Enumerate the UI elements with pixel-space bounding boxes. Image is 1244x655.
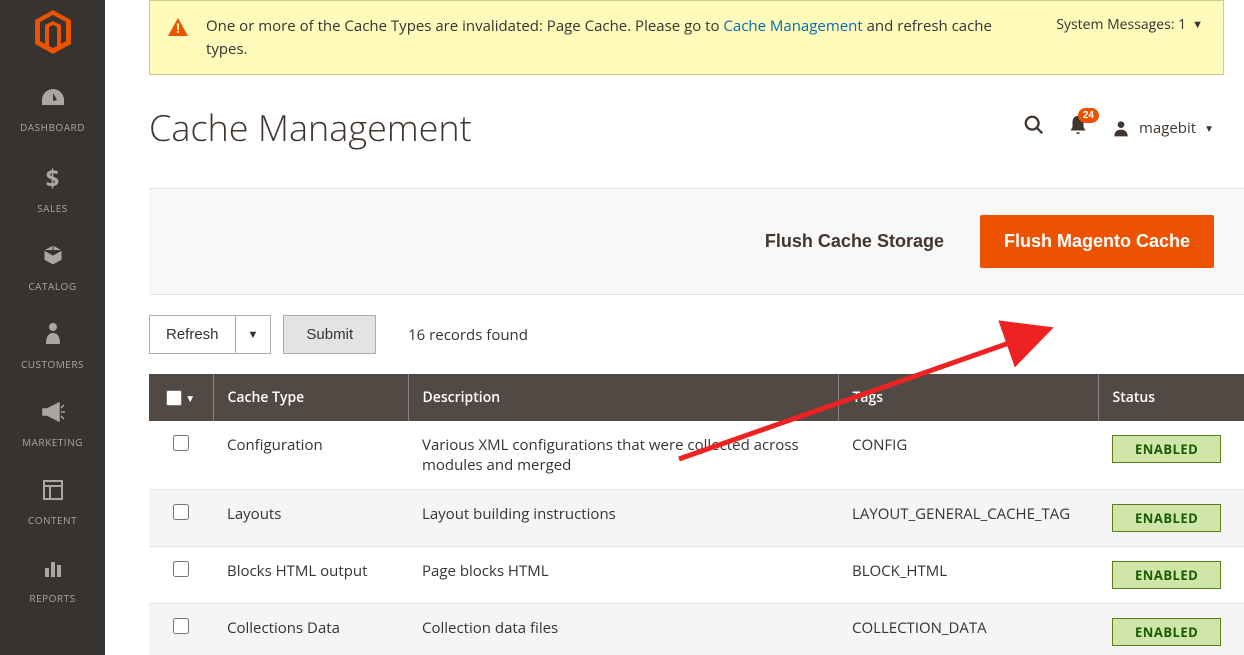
nav-label: CONTENT: [28, 513, 77, 527]
nav-label: CUSTOMERS: [21, 357, 84, 371]
row-checkbox[interactable]: [173, 435, 189, 451]
refresh-action[interactable]: Refresh: [150, 316, 235, 353]
search-button[interactable]: [1023, 114, 1045, 142]
column-status[interactable]: Status: [1098, 374, 1244, 421]
cell-status: ENABLED: [1098, 421, 1244, 490]
column-description[interactable]: Description: [408, 374, 838, 421]
cell-status: ENABLED: [1098, 490, 1244, 547]
table-row: Blocks HTML outputPage blocks HTMLBLOCK_…: [149, 547, 1244, 604]
cell-description: Layout building instructions: [408, 490, 838, 547]
column-checkbox: ▼: [149, 374, 213, 421]
system-messages-toggle[interactable]: System Messages: 1 ▼: [1036, 15, 1203, 34]
search-icon: [1023, 114, 1045, 136]
warning-icon: !: [166, 15, 190, 48]
header-actions: 24 magebit ▼: [1023, 114, 1214, 142]
status-badge: ENABLED: [1112, 435, 1221, 463]
page-header: Cache Management 24 magebit ▼: [105, 75, 1244, 164]
column-cache-type[interactable]: Cache Type: [213, 374, 408, 421]
bars-icon: [43, 555, 63, 585]
nav-reports[interactable]: REPORTS: [20, 541, 85, 619]
user-menu[interactable]: magebit ▼: [1111, 118, 1214, 138]
row-checkbox[interactable]: [173, 618, 189, 634]
cache-management-link[interactable]: Cache Management: [723, 16, 862, 36]
cell-cache-type: Blocks HTML output: [213, 547, 408, 604]
cell-status: ENABLED: [1098, 547, 1244, 604]
dollar-icon: $: [46, 162, 60, 195]
chevron-down-icon[interactable]: ▼: [235, 316, 271, 353]
person-icon: [44, 321, 62, 351]
cell-tags: LAYOUT_GENERAL_CACHE_TAG: [838, 490, 1098, 547]
cell-description: Various XML configurations that were col…: [408, 421, 838, 490]
flush-magento-cache-button[interactable]: Flush Magento Cache: [980, 215, 1214, 268]
cell-cache-type: Layouts: [213, 490, 408, 547]
cell-status: ENABLED: [1098, 604, 1244, 655]
magento-logo[interactable]: [33, 12, 73, 52]
system-message-text: One or more of the Cache Types are inval…: [206, 15, 1006, 60]
nav-label: DASHBOARD: [20, 120, 85, 134]
user-icon: [1111, 118, 1131, 138]
page-title: Cache Management: [149, 103, 472, 152]
nav-catalog[interactable]: CATALOG: [20, 229, 85, 307]
nav-customers[interactable]: CUSTOMERS: [20, 307, 85, 385]
cell-tags: COLLECTION_DATA: [838, 604, 1098, 655]
cell-tags: BLOCK_HTML: [838, 547, 1098, 604]
dashboard-icon: [40, 84, 66, 114]
nav-content[interactable]: CONTENT: [20, 463, 85, 541]
table-row: ConfigurationVarious XML configurations …: [149, 421, 1244, 490]
flush-cache-storage-button[interactable]: Flush Cache Storage: [745, 221, 964, 262]
table-row: Collections DataCollection data filesCOL…: [149, 604, 1244, 655]
megaphone-icon: [41, 399, 65, 429]
notifications-button[interactable]: 24: [1067, 114, 1089, 142]
status-badge: ENABLED: [1112, 504, 1221, 532]
system-message-bar: ! One or more of the Cache Types are inv…: [149, 0, 1224, 75]
status-badge: ENABLED: [1112, 618, 1221, 646]
svg-text:!: !: [176, 19, 180, 37]
cache-grid: ▼ Cache Type Description Tags Status Con…: [149, 374, 1244, 655]
records-count: 16 records found: [408, 325, 528, 345]
nav-marketing[interactable]: MARKETING: [20, 385, 85, 463]
nav-label: MARKETING: [22, 435, 83, 449]
grid-toolbar: Refresh ▼ Submit 16 records found: [105, 295, 1244, 374]
cell-tags: CONFIG: [838, 421, 1098, 490]
column-tags[interactable]: Tags: [838, 374, 1098, 421]
nav-label: CATALOG: [28, 279, 76, 293]
submit-button[interactable]: Submit: [283, 315, 376, 354]
row-checkbox[interactable]: [173, 504, 189, 520]
layout-icon: [43, 477, 63, 507]
notification-badge: 24: [1078, 108, 1099, 123]
nav-sales[interactable]: $ SALES: [20, 148, 85, 229]
mass-action-select[interactable]: Refresh ▼: [149, 315, 271, 354]
status-badge: ENABLED: [1112, 561, 1221, 589]
cell-cache-type: Configuration: [213, 421, 408, 490]
select-all-checkbox[interactable]: [166, 390, 182, 406]
chevron-down-icon: ▼: [1192, 17, 1203, 32]
chevron-down-icon[interactable]: ▼: [185, 391, 195, 405]
nav-label: REPORTS: [29, 591, 75, 605]
cell-description: Page blocks HTML: [408, 547, 838, 604]
main-content: ! One or more of the Cache Types are inv…: [105, 0, 1244, 655]
page-actions: Flush Cache Storage Flush Magento Cache: [149, 188, 1244, 295]
username: magebit: [1139, 118, 1196, 138]
nav-label: SALES: [37, 201, 68, 215]
nav-dashboard[interactable]: DASHBOARD: [20, 70, 85, 148]
table-row: LayoutsLayout building instructionsLAYOU…: [149, 490, 1244, 547]
cell-description: Collection data files: [408, 604, 838, 655]
row-checkbox[interactable]: [173, 561, 189, 577]
cell-cache-type: Collections Data: [213, 604, 408, 655]
chevron-down-icon: ▼: [1204, 121, 1214, 135]
admin-sidebar: DASHBOARD $ SALES CATALOG CUSTOMERS MARKETING…: [0, 0, 105, 655]
box-icon: [42, 243, 64, 273]
